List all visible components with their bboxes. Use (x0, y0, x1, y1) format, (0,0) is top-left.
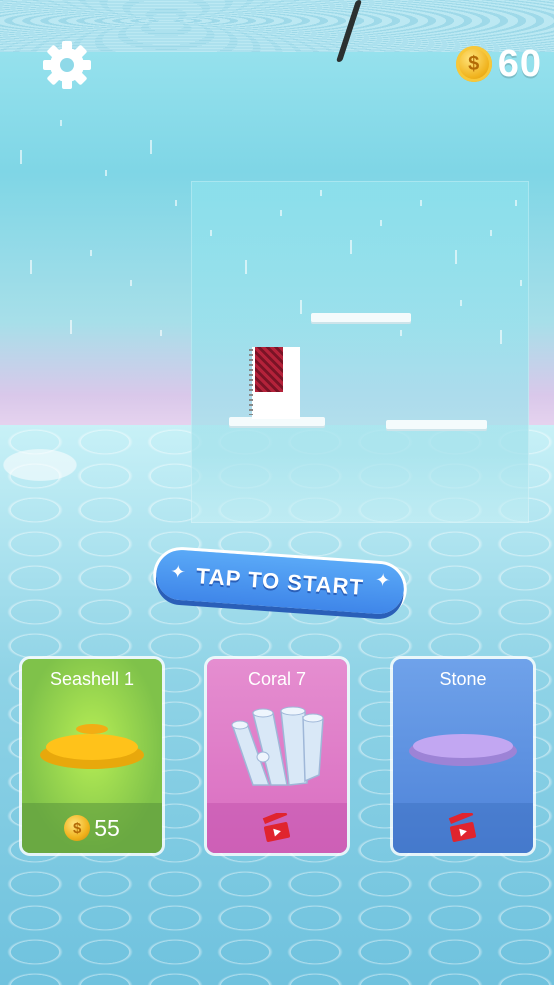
sparkle-icon: ✦ (374, 569, 392, 591)
settings-button[interactable] (40, 38, 94, 92)
coin-count: 60 (497, 42, 542, 85)
water-droplet (60, 120, 62, 126)
card-title: Coral 7 (247, 669, 307, 689)
water-droplet (280, 210, 282, 216)
tap-to-start-label: TAP TO START (195, 563, 365, 600)
seashell-item-icon (40, 724, 144, 769)
water-droplet (150, 140, 152, 154)
gear-icon (43, 41, 91, 89)
coin-icon: $ (455, 46, 492, 82)
water-droplet (20, 150, 22, 164)
platform-right (386, 420, 487, 429)
water-droplet (105, 170, 107, 176)
card-title: Seashell 1 (49, 669, 135, 689)
notebook-cover (255, 347, 283, 392)
water-droplet (70, 320, 72, 334)
water-droplet (400, 330, 402, 336)
card-footer: $ 55 (22, 803, 162, 853)
water-droplet (490, 230, 492, 236)
water-droplet (350, 240, 352, 254)
sparkle-icon: ✦ (169, 561, 187, 583)
skin-card-coral[interactable]: Coral 7 (207, 659, 347, 853)
water-droplet (210, 230, 212, 236)
coin-icon: $ (64, 815, 91, 841)
video-clapper-icon (448, 813, 477, 842)
skin-card-stone[interactable]: Stone (393, 659, 533, 853)
water-droplet (130, 280, 132, 286)
water-droplet (160, 330, 162, 336)
water-droplet (380, 220, 382, 226)
notebook-player (249, 347, 300, 419)
coin-counter: $ 60 (455, 42, 542, 85)
video-clapper-icon (262, 813, 291, 842)
water-droplet (460, 300, 462, 306)
platform-top (311, 313, 411, 322)
card-footer (207, 803, 347, 853)
stone-item-icon (409, 734, 517, 766)
water-droplet (300, 300, 302, 314)
water-droplet (245, 260, 247, 274)
water-droplet (320, 190, 322, 196)
card-price: 55 (94, 814, 120, 841)
notebook-spiral (249, 349, 253, 415)
water-droplet (455, 250, 457, 264)
water-droplet (175, 200, 177, 206)
water-droplet (515, 200, 517, 206)
water-droplet (500, 330, 502, 344)
water-tank (191, 181, 529, 523)
card-footer (393, 803, 533, 853)
water-droplet (520, 280, 522, 286)
skin-card-seashell[interactable]: Seashell 1 $ 55 (22, 659, 162, 853)
water-droplet (30, 260, 32, 274)
water-droplet (420, 200, 422, 206)
card-title: Stone (439, 669, 487, 689)
water-droplet (90, 250, 92, 256)
coral-item-icon (231, 706, 324, 786)
